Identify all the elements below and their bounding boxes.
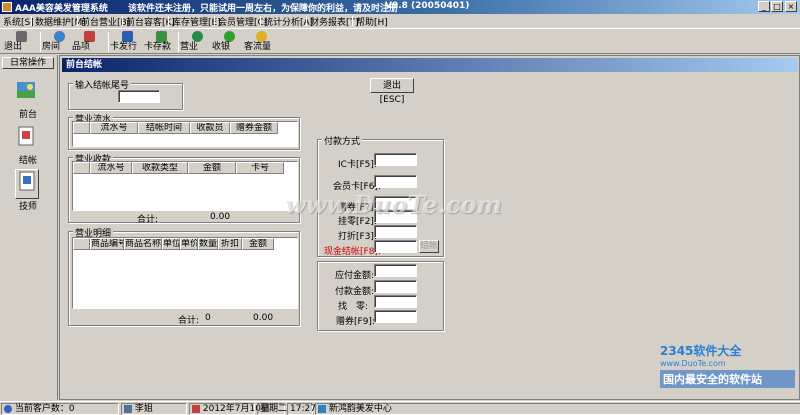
cash-settle-label: 现金结帐[F8]: xyxy=(324,247,381,257)
detail-col-name[interactable]: 商品名称 xyxy=(124,238,162,250)
watermark-slogan: 国内最安全的软件站 xyxy=(660,370,795,388)
card-deposit-icon xyxy=(155,31,167,42)
technician-button[interactable] xyxy=(15,169,39,199)
member-card-input[interactable] xyxy=(374,175,417,188)
menu-data-maintenance[interactable]: 数据维护[M] xyxy=(35,15,86,28)
detail-total-qty: 0 xyxy=(205,313,211,323)
detail-col-unit[interactable]: 单位 xyxy=(162,238,180,250)
discount-input[interactable] xyxy=(374,225,417,238)
receipts-col-card[interactable]: 卡号 xyxy=(236,162,284,174)
paid-amount-input[interactable] xyxy=(374,280,417,293)
exit-icon xyxy=(15,31,27,42)
frontdesk-button[interactable] xyxy=(15,79,39,107)
toolbar-traffic-button[interactable]: 客流量 xyxy=(244,30,278,54)
receipts-col-type[interactable]: 收款类型 xyxy=(132,162,188,174)
toolbar-business-button[interactable]: 营业 xyxy=(180,30,214,54)
receipts-grid[interactable]: 流水号 收款类型 金额 卡号 xyxy=(72,161,298,211)
receipts-col-serial[interactable]: 流水号 xyxy=(90,162,132,174)
cash-settle-input[interactable] xyxy=(374,240,417,253)
flow-col-serial[interactable]: 流水号 xyxy=(90,122,138,134)
checkout-label: 结帐 xyxy=(18,156,37,166)
duote-watermark: www.DuoTe.com xyxy=(285,190,502,219)
paid-amount-label: 付款金额: xyxy=(335,287,375,297)
detail-grid[interactable]: 商品编号 商品名称 单位 单价 数量 折扣 金额 xyxy=(72,237,298,309)
close-button[interactable]: × xyxy=(785,1,797,12)
flow-col-time[interactable]: 结帐时间 xyxy=(138,122,190,134)
status-shop: 新鸿韵美发中心 xyxy=(315,403,800,415)
version-label: V9.8 (20050401) xyxy=(385,1,470,11)
status-weekday: 星期二 xyxy=(257,403,287,415)
window-title: AAA美容美发管理系统 xyxy=(15,4,108,14)
receipts-total-label: 合计: xyxy=(137,215,159,225)
shop-icon xyxy=(318,404,326,413)
flow-col-cashier[interactable]: 收款员 xyxy=(190,122,230,134)
toolbar-card-deposit-button[interactable]: 卡存款 xyxy=(144,30,178,54)
calendar-icon xyxy=(192,404,200,413)
status-user: 李姐 xyxy=(121,403,187,415)
voucher-f9-label: 赠券[F9]: xyxy=(336,317,375,327)
toolbar-cash-button[interactable]: 收银 xyxy=(212,30,246,54)
detail-col-amount[interactable]: 金额 xyxy=(242,238,274,250)
left-panel: 日常操作 前台 结帐 技师 xyxy=(0,55,58,400)
maximize-button[interactable]: □ xyxy=(771,1,783,12)
title-bar: AAA美容美发管理系统 该软件还未注册，只能试用一周左右，为保障你的利益，请及时… xyxy=(0,0,800,14)
app-icon xyxy=(2,2,12,12)
traffic-icon xyxy=(255,31,267,42)
settle-button[interactable]: 结帐 xyxy=(419,240,439,253)
item-icon xyxy=(83,31,95,42)
technician-label: 技师 xyxy=(18,202,37,212)
detail-total-amount: 0.00 xyxy=(253,313,274,323)
toolbar-exit-button[interactable]: 退出 xyxy=(4,30,38,54)
room-icon xyxy=(53,31,65,42)
receipts-total: 0.00 xyxy=(210,212,231,222)
detail-col-qty[interactable]: 数量 xyxy=(198,238,218,250)
due-amount-label: 应付金额: xyxy=(335,271,375,281)
daily-ops-tab[interactable]: 日常操作 xyxy=(2,57,54,69)
status-date: 2012年7月10日 xyxy=(189,403,270,415)
due-amount-input[interactable] xyxy=(374,264,417,277)
checkout-title: 前台结帐 xyxy=(62,58,798,72)
receipts-col-amount[interactable]: 金额 xyxy=(188,162,236,174)
detail-col-discount[interactable]: 折扣 xyxy=(218,238,242,250)
user-icon xyxy=(124,404,132,413)
menu-bar: 系统[S] 数据维护[M] 前台营业[B] 前台容客[K] 库存管理[E] 会员… xyxy=(0,14,800,28)
toolbar: 退出 房间 品项 卡发行 卡存款 营业 收银 客流量 xyxy=(0,28,800,54)
card-issue-icon xyxy=(121,31,133,42)
status-customers: 当前客户数：0 xyxy=(1,403,119,415)
watermark-brand: 2345软件大全 xyxy=(660,344,742,358)
exit-esc-button[interactable]: 退出[ESC] xyxy=(370,78,414,105)
menu-system[interactable]: 系统[S] xyxy=(3,15,34,28)
toolbar-item-button[interactable]: 品项 xyxy=(72,30,106,54)
ic-card-label: IC卡[F5]: xyxy=(338,160,377,170)
globe-icon xyxy=(4,404,12,413)
menu-help[interactable]: 帮助[H] xyxy=(356,15,388,28)
frontdesk-label: 前台 xyxy=(18,110,37,120)
frontdesk-icon xyxy=(17,82,35,98)
toolbar-card-issue-button[interactable]: 卡发行 xyxy=(110,30,144,54)
status-bar: 当前客户数：0 李姐 2012年7月10日 星期二 17:27 新鸿韵美发中心 xyxy=(0,401,800,415)
toolbar-room-button[interactable]: 房间 xyxy=(42,30,76,54)
ic-card-input[interactable] xyxy=(374,153,417,166)
voucher-f9-input[interactable] xyxy=(374,310,417,323)
change-amount-label: 找 零: xyxy=(338,302,369,312)
checkout-no-input[interactable] xyxy=(118,90,160,103)
change-amount-input[interactable] xyxy=(374,295,417,308)
detail-col-code[interactable]: 商品编号 xyxy=(90,238,124,250)
technician-icon xyxy=(19,171,35,191)
watermark-url: www.DuoTe.com xyxy=(660,359,726,368)
flow-grid[interactable]: 流水号 结帐时间 收款员 赠券金额 xyxy=(72,121,298,147)
checkout-icon xyxy=(18,126,34,146)
site-watermark: 2345软件大全 www.DuoTe.com 国内最安全的软件站 xyxy=(660,342,795,388)
cash-icon xyxy=(223,31,235,42)
business-icon xyxy=(191,31,203,42)
discount-label: 打折[F3]: xyxy=(338,232,377,242)
checkout-button[interactable] xyxy=(15,125,39,153)
minimize-button[interactable]: _ xyxy=(758,1,770,12)
status-time: 17:27 xyxy=(287,403,316,415)
trial-notice: 该软件还未注册，只能试用一周左右，为保障你的利益，请及时注册 xyxy=(128,4,399,14)
detail-total-label: 合计: xyxy=(178,316,200,326)
detail-col-price[interactable]: 单价 xyxy=(180,238,198,250)
flow-col-voucher[interactable]: 赠券金额 xyxy=(230,122,278,134)
